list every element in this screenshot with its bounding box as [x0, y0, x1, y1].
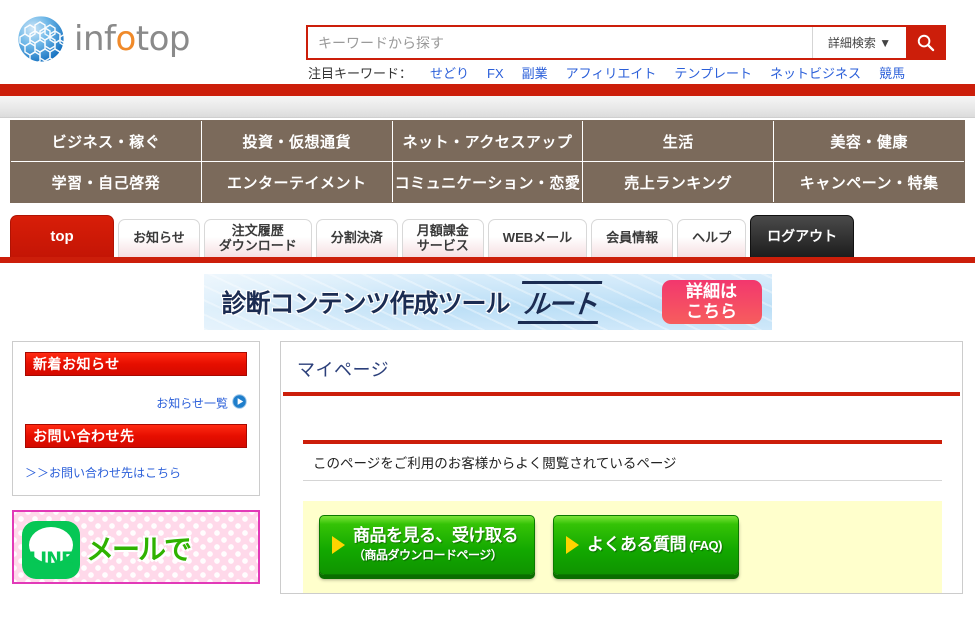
logo-word-orange-o: o [115, 19, 136, 59]
view-products-label-line2: （商品ダウンロードページ） [353, 547, 503, 562]
line-logo-label: LINE [28, 548, 74, 570]
account-tab-bar: top お知らせ 注文履歴 ダウンロード 分割決済 月額課金 サービス WEBメ… [0, 209, 975, 257]
header-red-divider [0, 84, 975, 96]
keyword-link-netbusiness[interactable]: ネットビジネス [770, 63, 861, 82]
category-sales-ranking[interactable]: 売上ランキング [583, 162, 775, 202]
line-promo-banner[interactable]: LINE メールで [12, 510, 260, 584]
logo-word-post: top [135, 19, 191, 59]
logo-wordmark: infotop [74, 19, 191, 59]
category-investment[interactable]: 投資・仮想通貨 [202, 121, 393, 161]
quick-links-panel: 商品を見る、受け取る （商品ダウンロードページ） よくある質問 (FAQ) [303, 501, 942, 593]
site-logo[interactable]: infotop [16, 14, 191, 64]
category-campaign[interactable]: キャンペーン・特集 [774, 162, 964, 202]
tab-member-info[interactable]: 会員情報 [591, 219, 674, 257]
keywords-label: 注目キーワード： [308, 66, 413, 81]
keyword-link-fukugyo[interactable]: 副業 [522, 63, 548, 82]
promo-banner[interactable]: 診断コンテンツ作成ツール ルート 詳細は こちら [203, 274, 772, 330]
category-learning[interactable]: 学習・自己啓発 [11, 162, 202, 202]
line-promo-copy: メールで [86, 534, 192, 566]
keyword-link-fx[interactable]: FX [487, 66, 504, 81]
search-icon [917, 34, 934, 52]
header-grey-strip [0, 96, 975, 118]
sidebar: 新着お知らせ お知らせ一覧 お問い合わせ先 ＞＞お問い合わせ先はこちら LINE… [12, 341, 260, 584]
view-products-label-line1: 商品を見る、受け取る [353, 526, 519, 545]
promo-product-logo: ルート [517, 280, 602, 324]
page-body: 新着お知らせ お知らせ一覧 お問い合わせ先 ＞＞お問い合わせ先はこちら LINE… [0, 341, 975, 594]
site-header: infotop 詳細検索 ▼ 注目キーワード： せどり FX 副業 アフィリエイ… [0, 0, 975, 84]
tab-monthly-service[interactable]: 月額課金 サービス [401, 219, 484, 257]
promo-cta-button[interactable]: 詳細は こちら [661, 280, 762, 324]
tab-logout[interactable]: ログアウト [750, 215, 855, 257]
logo-word-pre: inf [74, 19, 116, 59]
play-circle-icon[interactable] [232, 394, 247, 412]
frequent-pages-section: このページをご利用のお客様からよく閲覧されているページ [281, 396, 962, 481]
category-lifestyle[interactable]: 生活 [583, 121, 775, 161]
promo-banner-zone: 診断コンテンツ作成ツール ルート 詳細は こちら [0, 263, 975, 341]
search-submit-button[interactable] [906, 27, 944, 58]
category-business[interactable]: ビジネス・稼ぐ [11, 121, 202, 161]
view-products-button[interactable]: 商品を見る、受け取る （商品ダウンロードページ） [319, 515, 535, 575]
category-entertainment[interactable]: エンターテイメント [202, 162, 393, 202]
search-bar: 詳細検索 ▼ [306, 25, 946, 60]
tab-top[interactable]: top [10, 215, 114, 257]
advanced-search-dropdown[interactable]: 詳細検索 ▼ [812, 27, 906, 58]
promo-banner-title: 診断コンテンツ作成ツール [221, 290, 511, 318]
keyword-link-keiba[interactable]: 競馬 [879, 63, 905, 82]
tab-installment-payment[interactable]: 分割決済 [315, 219, 398, 257]
category-navigation: ビジネス・稼ぐ 投資・仮想通貨 ネット・アクセスアップ 生活 美容・健康 学習・… [10, 120, 965, 203]
infotop-sphere-icon [17, 15, 65, 63]
arrow-right-icon [566, 535, 579, 554]
tab-order-history-download[interactable]: 注文履歴 ダウンロード [203, 219, 312, 257]
keyword-link-template[interactable]: テンプレート [674, 63, 752, 82]
sidebar-contact-header: お問い合わせ先 [25, 424, 247, 448]
faq-label-suffix: (FAQ) [686, 537, 722, 553]
sidebar-news-list-link[interactable]: お知らせ一覧 [156, 397, 228, 411]
page-title: マイページ [297, 360, 390, 380]
sidebar-contact-link[interactable]: ＞＞お問い合わせ先はこちら [25, 464, 247, 481]
tab-webmail[interactable]: WEBメール [487, 219, 588, 257]
keyword-link-sedori[interactable]: せどり [430, 63, 469, 82]
sidebar-news-list-row: お知らせ一覧 [25, 394, 247, 412]
line-logo-icon: LINE [22, 521, 80, 579]
category-row-1: ビジネス・稼ぐ 投資・仮想通貨 ネット・アクセスアップ 生活 美容・健康 [11, 121, 964, 161]
sidebar-box: 新着お知らせ お知らせ一覧 お問い合わせ先 ＞＞お問い合わせ先はこちら [12, 341, 260, 496]
category-communication[interactable]: コミュニケーション・恋愛 [393, 162, 584, 202]
tab-notices[interactable]: お知らせ [118, 219, 200, 257]
arrow-right-icon [332, 535, 345, 554]
faq-button[interactable]: よくある質問 (FAQ) [553, 515, 739, 575]
featured-keywords: 注目キーワード： せどり FX 副業 アフィリエイト テンプレート ネットビジネ… [308, 63, 905, 82]
category-beauty-health[interactable]: 美容・健康 [774, 121, 964, 161]
tab-help[interactable]: ヘルプ [677, 219, 747, 257]
sidebar-news-header: 新着お知らせ [25, 352, 247, 376]
keyword-link-affiliate[interactable]: アフィリエイト [566, 63, 657, 82]
frequent-pages-header: このページをご利用のお客様からよく閲覧されているページ [303, 440, 942, 481]
main-panel: マイページ このページをご利用のお客様からよく閲覧されているページ 商品を見る、… [280, 341, 963, 594]
category-net-access[interactable]: ネット・アクセスアップ [393, 121, 584, 161]
search-input[interactable] [308, 27, 812, 58]
faq-label: よくある質問 [587, 534, 687, 554]
category-row-2: 学習・自己啓発 エンターテイメント コミュニケーション・恋愛 売上ランキング キ… [11, 161, 964, 202]
